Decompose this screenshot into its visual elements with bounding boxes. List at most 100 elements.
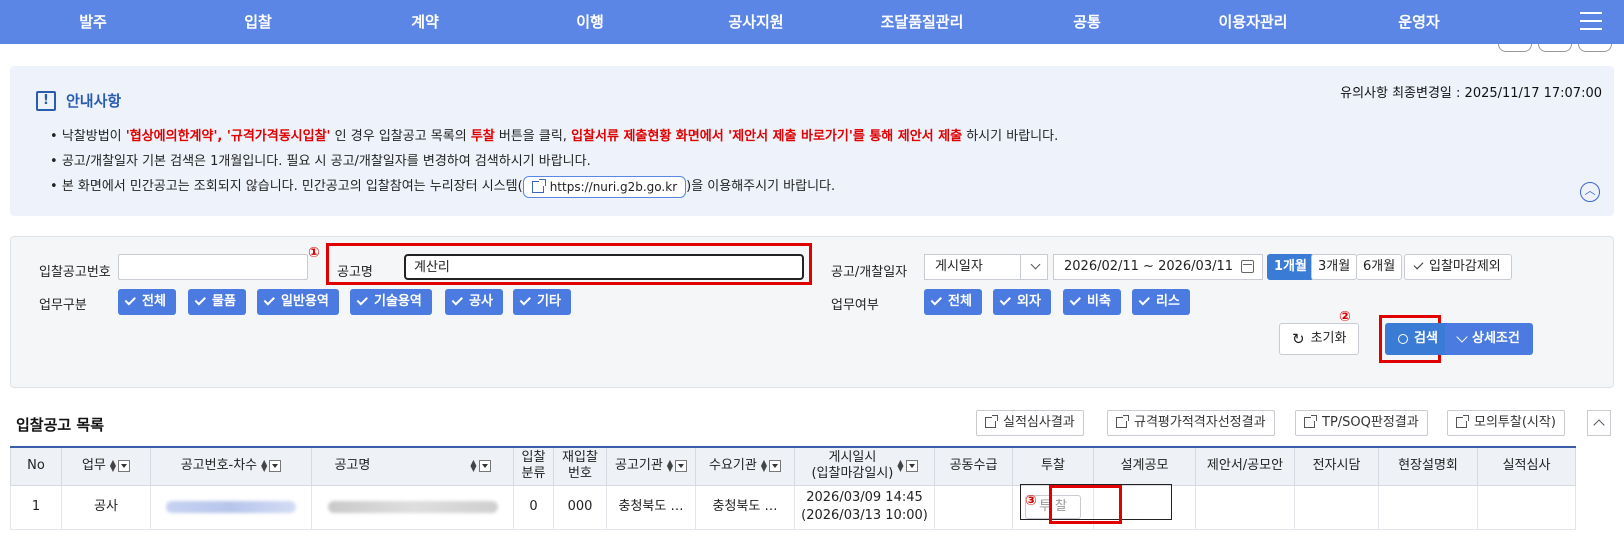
check-icon (1138, 294, 1150, 306)
check-icon (194, 294, 206, 306)
filter-icon[interactable] (269, 459, 282, 472)
button-label: 실적심사결과 (1003, 415, 1075, 430)
external-link-icon (985, 415, 998, 428)
biz-goods-checkbox[interactable]: 물품 (188, 289, 246, 315)
button-label: 모의투찰(시작) (1474, 415, 1556, 430)
name-label: 공고명 (337, 265, 373, 280)
checkbox-label: 비축 (1087, 294, 1111, 309)
nav-item-bid[interactable]: 입찰 (198, 0, 318, 44)
date-range-value: 2026/02/11 ~ 2026/03/11 (1064, 259, 1234, 274)
chevron-down-icon (1456, 331, 1468, 343)
menu-icon[interactable] (1580, 12, 1602, 32)
posted-time: 2026/03/09 14:45 (806, 490, 923, 505)
exclude-closed-toggle[interactable]: 입찰마감제외 (1404, 254, 1512, 280)
work-all-checkbox[interactable]: 전체 (924, 289, 982, 315)
filter-icon[interactable] (769, 459, 781, 472)
external-link-icon (1456, 415, 1469, 428)
notice-line-1: 낙찰방법이 '협상에의한계약', '규격가격동시입찰' 인 경우 입찰공고 목록… (50, 124, 1058, 149)
cell-type: 공사 (61, 484, 151, 530)
redacted-name (327, 500, 498, 513)
filter-icon[interactable] (118, 459, 131, 472)
nav-item-perform[interactable]: 이행 (530, 0, 650, 44)
search-label: 검색 (1414, 331, 1438, 346)
col-e-negotiation: 전자시담 (1294, 446, 1379, 486)
date-range-input[interactable]: 2026/02/11 ~ 2026/03/11 (1053, 254, 1263, 280)
nav-item-quality[interactable]: 조달품질관리 (862, 0, 982, 44)
col-demand[interactable]: 수요기관 ▲ ▼ (695, 446, 795, 486)
nav-item-user-admin[interactable]: 이용자관리 (1193, 0, 1313, 44)
search-panel: 입찰공고번호 ① 공고명 계산리 공고/개찰일자 게시일자 2026/02/11… (10, 236, 1614, 388)
check-icon (519, 294, 531, 306)
work-foreign-checkbox[interactable]: 외자 (993, 289, 1051, 315)
filter-icon[interactable] (675, 459, 687, 472)
col-label: 공고번호-차수 (180, 458, 258, 474)
nav-item-contract[interactable]: 계약 (365, 0, 485, 44)
exclamation-icon: ! (36, 90, 56, 111)
col-posted[interactable]: 게시일시 (입찰마감일시)▲ ▼ (794, 446, 935, 486)
util-tab[interactable] (1538, 44, 1572, 52)
work-lease-checkbox[interactable]: 리스 (1132, 289, 1190, 315)
sort-icon[interactable]: ▲ ▼ (470, 458, 476, 472)
check-icon (451, 294, 463, 306)
cell-category: 0 (513, 484, 554, 530)
performance-review-button[interactable]: 실적심사결과 (976, 410, 1084, 436)
reset-button[interactable]: ↻ 초기화 (1279, 323, 1360, 355)
tp-soq-button[interactable]: TP/SOQ판정결과 (1295, 410, 1428, 436)
util-tab[interactable] (1498, 44, 1532, 52)
checkbox-label: 전체 (142, 294, 166, 309)
marker-3: ③ (1025, 493, 1037, 509)
sort-icon[interactable]: ▲ ▼ (897, 459, 903, 473)
util-tab[interactable] (1578, 44, 1612, 52)
biz-all-checkbox[interactable]: 전체 (118, 289, 176, 315)
table-row[interactable]: 1 공사 0 000 충청북도 … 충청북도 … 2026/03/09 14:4… (10, 484, 1576, 530)
chevron-up-icon[interactable]: ︿ (1580, 182, 1600, 202)
period-1m[interactable]: 1개월 (1267, 254, 1314, 280)
biz-other-checkbox[interactable]: 기타 (513, 289, 571, 315)
biz-tech-service-checkbox[interactable]: 기술용역 (350, 289, 432, 315)
biz-construction-checkbox[interactable]: 공사 (445, 289, 503, 315)
nav-item-order[interactable]: 발주 (33, 0, 153, 44)
mock-bid-button[interactable]: 모의투찰(시작) (1447, 410, 1565, 436)
search-button[interactable]: 검색 (1385, 323, 1451, 355)
calendar-icon[interactable] (1241, 260, 1254, 273)
col-bid-no[interactable]: 공고번호-차수 ▲ ▼ (150, 446, 312, 486)
sort-icon[interactable]: ▲ ▼ (761, 458, 767, 472)
nav-item-construction[interactable]: 공사지원 (696, 0, 816, 44)
spec-eval-button[interactable]: 규격평가적격자선정결과 (1107, 410, 1275, 436)
work-stockpile-checkbox[interactable]: 비축 (1063, 289, 1121, 315)
bid-no-label: 입찰공고번호 (39, 265, 111, 280)
name-input[interactable]: 계산리 (404, 254, 804, 280)
detail-conditions-button[interactable]: 상세조건 (1445, 323, 1533, 355)
biz-general-service-checkbox[interactable]: 일반용역 (257, 289, 339, 315)
list-title: 입찰공고 목록 (16, 416, 105, 434)
bid-no-input[interactable] (118, 254, 308, 280)
col-rebid: 재입찰 번호 (553, 446, 607, 486)
nav-item-operator[interactable]: 운영자 (1359, 0, 1479, 44)
period-3m[interactable]: 3개월 (1311, 254, 1358, 280)
checkbox-label: 공사 (469, 294, 493, 309)
col-agency[interactable]: 공고기관 ▲ ▼ (606, 446, 696, 486)
col-name[interactable]: 공고명 ▲ ▼ (311, 446, 514, 486)
work-label: 업무여부 (831, 298, 879, 313)
nuri-link[interactable]: https://nuri.g2b.go.kr (522, 175, 687, 198)
sort-icon[interactable]: ▲ ▼ (667, 458, 673, 472)
nav-item-common[interactable]: 공통 (1027, 0, 1147, 44)
chevron-up-icon[interactable] (1587, 410, 1611, 436)
filter-icon[interactable] (905, 460, 918, 473)
date-type-select[interactable]: 게시일자 (924, 254, 1048, 280)
col-design: 설계공모 (1093, 446, 1196, 486)
sort-icon[interactable]: ▲ ▼ (110, 458, 116, 472)
filter-icon[interactable] (478, 459, 491, 472)
cell-joint (934, 484, 1013, 530)
notice-text: 하시기 바랍니다. (962, 129, 1059, 144)
notice-emph: 입찰서류 제출현황 화면에서 '제안서 제출 바로가기'를 통해 제안서 제출 (571, 129, 963, 144)
notice-panel: ! 안내사항 유의사항 최종변경일 : 2025/11/17 17:07:00 … (10, 66, 1614, 216)
notice-text: 낙찰방법이 (61, 129, 126, 144)
period-6m[interactable]: 6개월 (1356, 254, 1403, 280)
col-proposal: 제안서/공모안 (1195, 446, 1295, 486)
col-category: 입찰 분류 (513, 446, 554, 486)
cell-bid-no[interactable] (150, 484, 312, 530)
col-type[interactable]: 업무 ▲ ▼ (61, 446, 151, 486)
sort-icon[interactable]: ▲ ▼ (261, 458, 267, 472)
cell-name[interactable] (311, 484, 514, 530)
